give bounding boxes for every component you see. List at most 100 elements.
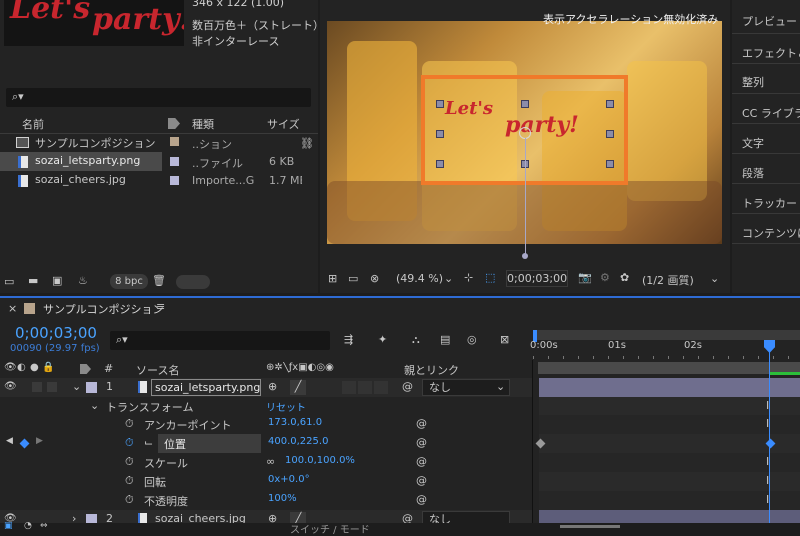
always-preview-icon[interactable]: ⊞ [328, 272, 337, 285]
label-color-swatch[interactable] [170, 176, 179, 185]
panel-content-aware[interactable]: コンテンツに [742, 225, 800, 241]
property-row-position[interactable]: ◀ ▶ ⏱ ⌙ 位置 400.0,225.0 @ [0, 434, 532, 453]
interpret-footage-icon[interactable]: ▭ [4, 275, 14, 288]
mask-visibility-icon[interactable]: ⊗ [370, 272, 379, 285]
layer-row[interactable]: 👁 ⌄ 1 sozai_letsparty.png ⊕ ╱ @ なし ⌄ [0, 378, 532, 397]
show-snapshot-icon[interactable]: ⚙ [600, 271, 610, 284]
visibility-icon[interactable]: 👁 [4, 362, 17, 373]
reset-link[interactable]: リセット [266, 399, 306, 414]
property-row[interactable]: ⏱ アンカーポイント 173.0,61.0 @ [0, 415, 532, 434]
property-row[interactable]: ⏱ 回転 0x+0.0° @ [0, 472, 532, 491]
new-folder-icon[interactable]: ▬ [28, 274, 38, 287]
grid-guides-icon[interactable]: ⊹ [464, 271, 473, 284]
panel-character[interactable]: 文字 [742, 135, 764, 151]
chevron-down-icon[interactable]: ⌄ [90, 399, 99, 412]
graph-icon[interactable]: ⌙ [144, 436, 153, 449]
property-row[interactable]: ⏱ 不透明度 100% @ [0, 491, 532, 510]
property-value[interactable]: 173.0,61.0 [268, 417, 322, 428]
panel-tracker[interactable]: トラッカー [742, 195, 797, 211]
panel-paragraph[interactable]: 段落 [742, 165, 764, 181]
chevron-down-icon[interactable]: ⌄ [72, 380, 81, 393]
new-composition-icon[interactable]: ▣ [52, 274, 62, 287]
close-icon[interactable]: × [8, 302, 17, 315]
shy-switch-icon[interactable]: ⊕ [268, 380, 277, 393]
next-keyframe-icon[interactable]: ▶ [36, 436, 43, 446]
pickwhip-icon[interactable]: @ [416, 493, 427, 506]
scroll-handle[interactable] [176, 275, 210, 289]
label-color-swatch[interactable] [170, 157, 179, 166]
link-icon[interactable]: ∞ [266, 455, 275, 468]
pickwhip-icon[interactable]: @ [416, 417, 427, 430]
solo-toggle[interactable] [32, 382, 42, 392]
motion-path-keyframe[interactable] [522, 253, 528, 259]
column-source-name[interactable]: ソース名 [136, 362, 179, 378]
column-type[interactable]: 種類 [192, 116, 214, 133]
transform-handle[interactable] [521, 100, 529, 108]
label-color-swatch[interactable] [170, 137, 179, 146]
property-value[interactable]: 400.0,225.0 [268, 436, 328, 447]
panel-effects[interactable]: エフェクト＆ [742, 45, 800, 61]
bit-depth-button[interactable]: 8 bpc [110, 274, 148, 289]
trash-icon[interactable]: 🗑 [152, 274, 166, 287]
switch-slot[interactable] [342, 381, 356, 394]
zoom-slider[interactable] [560, 525, 620, 528]
column-parent[interactable]: 親とリンク [404, 362, 459, 378]
project-item-details[interactable]: ..ファイル 6 KB [162, 152, 318, 171]
chevron-down-icon[interactable]: ⌄ [496, 380, 505, 393]
draft-3d-icon[interactable]: ✦ [378, 333, 387, 346]
property-row[interactable]: ⏱ スケール ∞ 100.0,100.0% @ [0, 453, 532, 472]
transform-handle[interactable] [606, 130, 614, 138]
project-item-selected[interactable]: sozai_letsparty.png [0, 152, 162, 171]
motion-blur-icon[interactable]: ◎ [467, 333, 477, 346]
property-value[interactable]: 100% [268, 493, 297, 504]
zoom-level[interactable]: (49.4 %) [396, 272, 443, 285]
quality-switch[interactable]: ╱ [290, 380, 306, 395]
transform-handle[interactable] [436, 100, 444, 108]
column-size[interactable]: サイズ [267, 116, 300, 133]
panel-align[interactable]: 整列 [742, 74, 764, 90]
switch-slot[interactable] [358, 381, 372, 394]
pickwhip-icon[interactable]: @ [416, 436, 427, 449]
property-value[interactable]: 100.0,100.0% [285, 455, 355, 466]
visibility-icon[interactable]: 👁 [4, 381, 17, 392]
panel-cc-libraries[interactable]: CC ライブラ [742, 105, 800, 121]
transform-handle[interactable] [436, 130, 444, 138]
transform-handle[interactable] [436, 160, 444, 168]
transform-handle[interactable] [606, 100, 614, 108]
solo-icon[interactable]: ● [30, 362, 39, 373]
stopwatch-icon[interactable]: ⏱ [125, 493, 134, 507]
project-item[interactable]: sozai_cheers.jpg Importe...G 1.7 MB [0, 171, 318, 190]
layer-bar[interactable] [539, 378, 800, 397]
timeline-timecode[interactable]: 0;00;03;00 [15, 324, 97, 342]
project-settings-icon[interactable]: ♨ [78, 274, 88, 287]
layer-name[interactable]: sozai_letsparty.png [151, 379, 261, 396]
comp-flowchart-icon[interactable]: ⇶ [344, 333, 353, 346]
project-search-input[interactable]: ⌕▾ [6, 88, 311, 107]
panel-preview[interactable]: プレビュー [742, 13, 797, 29]
audio-icon[interactable]: ◐ [17, 362, 26, 373]
column-name[interactable]: 名前 [22, 116, 44, 133]
stopwatch-icon[interactable]: ⏱ [125, 417, 134, 431]
graph-editor-icon[interactable]: ⊠ [500, 333, 509, 346]
render-time-icon[interactable]: ◔ [24, 521, 32, 531]
resolution-select[interactable]: (1/2 画質) [642, 272, 694, 288]
transform-group[interactable]: ⌄ トランスフォーム リセット [0, 397, 532, 416]
add-keyframe-icon[interactable] [19, 438, 30, 449]
timeline-search-input[interactable]: ⌕▾ [110, 331, 330, 350]
shy-layers-icon[interactable]: ⛬ [412, 333, 420, 347]
region-of-interest-icon[interactable]: ⬚ [485, 271, 495, 284]
transform-handle[interactable] [606, 160, 614, 168]
lock-icon[interactable]: 🔒 [42, 362, 54, 373]
stopwatch-icon[interactable]: ⏱ [125, 436, 134, 450]
switch-slot[interactable] [374, 381, 388, 394]
pickwhip-icon[interactable]: @ [416, 474, 427, 487]
work-area-bar[interactable] [533, 330, 800, 340]
previous-keyframe-icon[interactable]: ◀ [6, 436, 13, 446]
label-color-swatch[interactable] [86, 382, 97, 393]
stopwatch-icon[interactable]: ⏱ [125, 474, 134, 488]
comp-mini-icon[interactable]: ▣ [4, 521, 13, 531]
switches-icons[interactable]: ⊕✲╲ƒx▣◐◎◉ [266, 362, 334, 373]
frame-blending-icon[interactable]: ▤ [440, 333, 450, 346]
chevron-down-icon[interactable]: ⌄ [710, 272, 719, 285]
label-tag-icon[interactable] [80, 364, 91, 374]
